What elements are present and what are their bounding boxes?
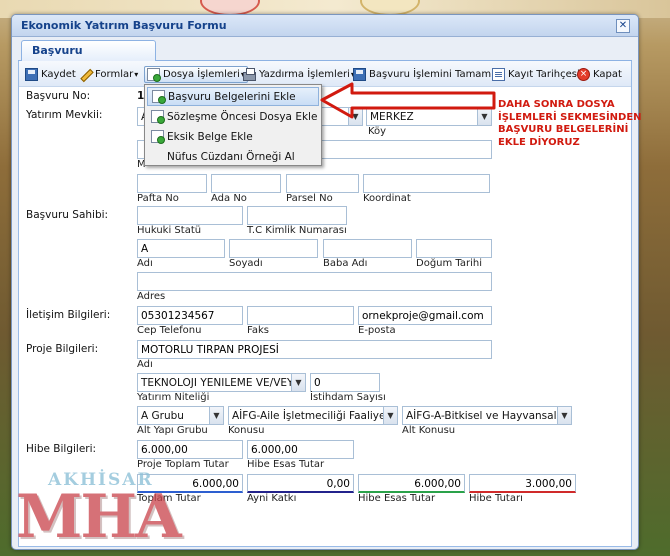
logo-main-text: MHA xyxy=(16,482,182,552)
annotation-text: DAHA SONRA DOSYA İŞLEMLERİ SEKMESİNDEN B… xyxy=(498,99,642,148)
arrow-shape xyxy=(320,82,496,119)
akhisar-mha-logo: AKHİSAR MHA xyxy=(16,470,196,554)
